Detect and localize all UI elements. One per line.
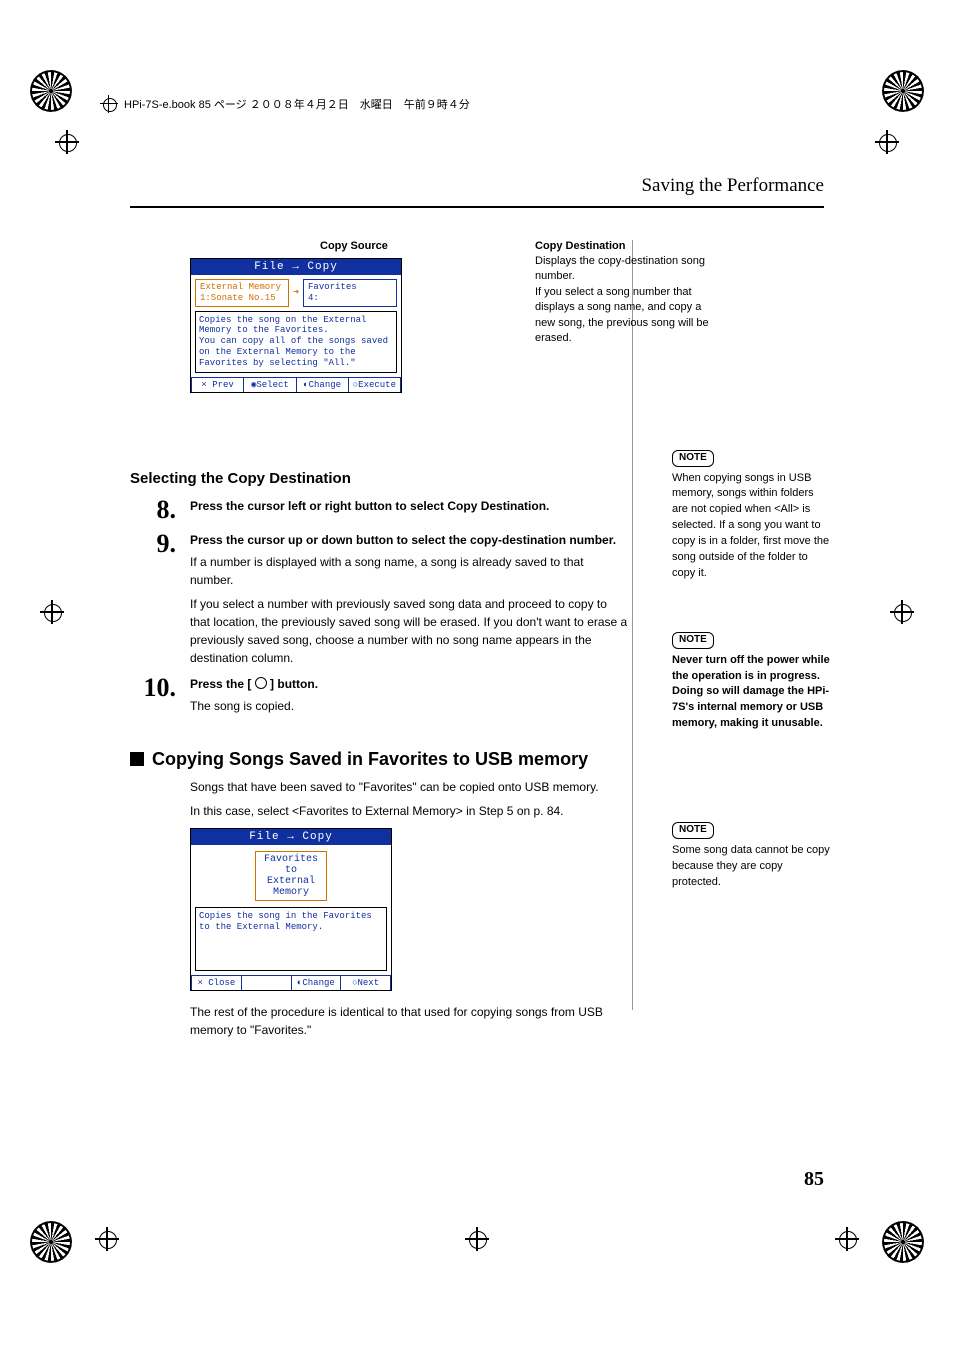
dst-line2: 4: — [308, 293, 392, 304]
step-num-10: 10. — [130, 675, 176, 701]
step-8-lead: Press the cursor left or right button to… — [190, 497, 630, 515]
cross-mark — [95, 1227, 119, 1251]
dialog2-box: Favorites to External Memory — [255, 851, 327, 901]
step-10: 10. Press the [ ] button. The song is co… — [130, 675, 630, 715]
cross-mark — [835, 1227, 859, 1251]
note-tag: NOTE — [672, 632, 714, 649]
note-tag: NOTE — [672, 450, 714, 467]
step-8: 8. Press the cursor left or right button… — [130, 497, 630, 523]
title-rule — [130, 206, 824, 208]
step-10-lead-a: Press the [ — [190, 677, 251, 691]
cross-mark — [40, 600, 64, 624]
step-num-8: 8. — [130, 497, 176, 523]
foot2-change: ◐Change — [292, 975, 342, 990]
screenshot-copy-dialog: File → Copy External Memory 1:Sonate No.… — [190, 258, 402, 393]
sub-p1: Songs that have been saved to "Favorites… — [190, 778, 630, 796]
arrow-icon: ➜ — [293, 287, 299, 299]
copy-source-cell: External Memory 1:Sonate No.15 — [195, 279, 289, 307]
reg-mark-bl — [30, 1221, 72, 1263]
sub-p2: In this case, select <Favorites to Exter… — [190, 802, 630, 820]
reg-mark-tr — [882, 70, 924, 112]
foot-prev: × Prev — [191, 377, 244, 392]
step-10-lead: Press the [ ] button. — [190, 675, 630, 693]
foot-execute: ○Execute — [349, 377, 401, 392]
foot-select: ◉Select — [244, 377, 296, 392]
side-rule — [632, 240, 633, 1010]
section-heading: Selecting the Copy Destination — [130, 470, 630, 487]
dialog2-message: Copies the song in the Favorites to the … — [195, 907, 387, 971]
header-text: HPi-7S-e.book 85 ページ ２００８年４月２日 水曜日 午前９時４… — [124, 96, 470, 112]
subsection-heading: Copying Songs Saved in Favorites to USB … — [130, 749, 630, 770]
step-9-body1: If a number is displayed with a song nam… — [190, 553, 630, 589]
note-tag: NOTE — [672, 822, 714, 839]
note-1: When copying songs in USB memory, songs … — [672, 471, 832, 583]
caption-copy-source: Copy Source — [320, 240, 388, 252]
step-10-lead-b: ] button. — [270, 677, 318, 691]
dialog2-title: File → Copy — [191, 829, 391, 845]
dialog-message: Copies the song on the External Memory t… — [195, 311, 397, 373]
reg-mark-br — [882, 1221, 924, 1263]
note-2: Never turn off the power while the opera… — [672, 653, 832, 733]
dialog2-footer: × Close ◐Change ○Next — [191, 975, 391, 990]
cross-mark — [890, 600, 914, 624]
foot2-next: ○Next — [341, 975, 391, 990]
src-line1: External Memory — [200, 282, 284, 293]
step-10-body: The song is copied. — [190, 697, 630, 715]
page-title: Saving the Performance — [641, 175, 824, 197]
foot2-close: × Close — [191, 975, 242, 990]
note-3: Some song data cannot be copy because th… — [672, 843, 832, 891]
dialog-title: File → Copy — [191, 259, 401, 275]
src-line2: 1:Sonate No.15 — [200, 293, 284, 304]
dialog-footer: × Prev ◉Select ◐Change ○Execute — [191, 377, 401, 392]
square-bullet-icon — [130, 752, 144, 766]
dst-line1: Favorites — [308, 282, 392, 293]
foot2-blank — [242, 975, 292, 990]
reg-mark-tl — [30, 70, 72, 112]
step-9: 9. Press the cursor up or down button to… — [130, 531, 630, 667]
cross-mark — [465, 1227, 489, 1251]
page-number: 85 — [804, 1168, 824, 1191]
step-9-lead: Press the cursor up or down button to se… — [190, 531, 630, 549]
copy-dest-cell: Favorites 4: — [303, 279, 397, 307]
cross-mark — [55, 130, 79, 154]
circle-button-icon — [255, 677, 267, 689]
subsection-h-text: Copying Songs Saved in Favorites to USB … — [152, 749, 588, 769]
foot-change: ◐Change — [297, 377, 349, 392]
cross-mark — [875, 130, 899, 154]
book-header: HPi-7S-e.book 85 ページ ２００８年４月２日 水曜日 午前９時４… — [100, 95, 470, 113]
step-9-body2: If you select a number with previously s… — [190, 595, 630, 667]
sub-p3: The rest of the procedure is identical t… — [190, 1003, 630, 1039]
step-num-9: 9. — [130, 531, 176, 557]
screenshot-fav-to-ext: File → Copy Favorites to External Memory… — [190, 828, 392, 991]
